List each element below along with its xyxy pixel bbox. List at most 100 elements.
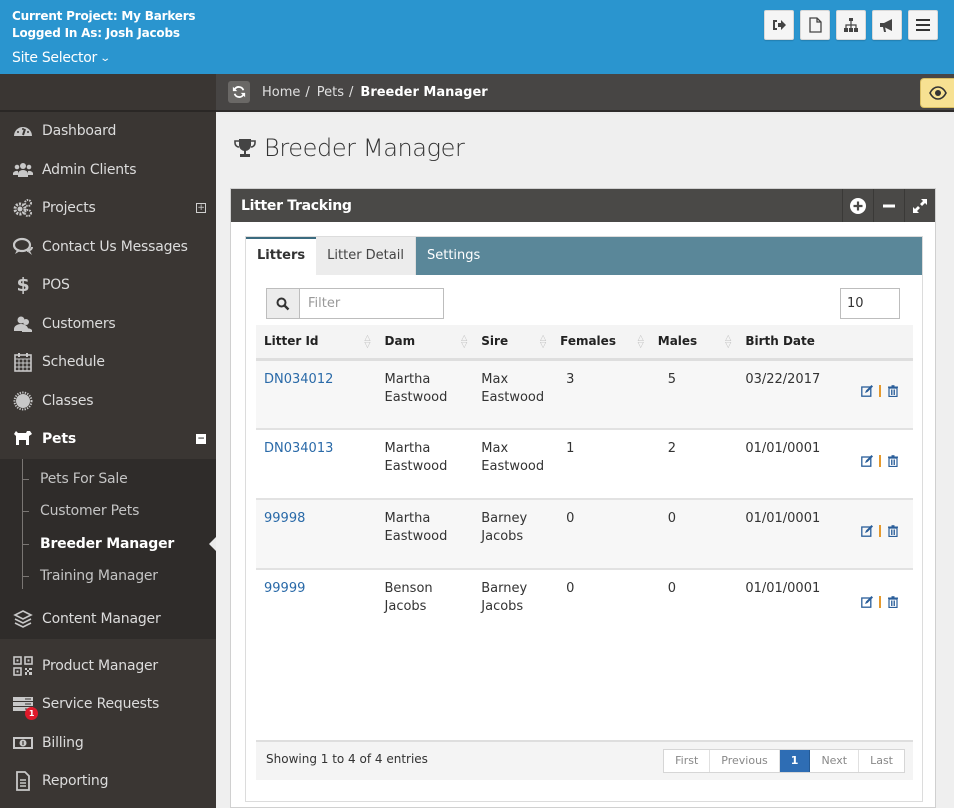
- sidebar-item-service-requests[interactable]: 1 Service Requests: [0, 685, 216, 724]
- sidebar-item-content-manager[interactable]: Content Manager: [0, 598, 216, 639]
- sire-first: Max: [481, 441, 509, 456]
- cell-males: 0: [667, 581, 677, 596]
- add-button[interactable]: [842, 189, 873, 222]
- sidebar-subitem-breeder-manager[interactable]: Breeder Manager: [0, 528, 216, 561]
- sidebar-subitem-customer-pets[interactable]: Customer Pets: [0, 495, 216, 528]
- dam-last: Eastwood: [384, 529, 448, 544]
- tab-litter-detail[interactable]: Litter Detail: [316, 237, 416, 275]
- pagination-page-1[interactable]: 1: [779, 750, 811, 772]
- panel-tools: [842, 189, 935, 222]
- cell-dam: Martha Eastwood: [377, 429, 474, 499]
- filter-input[interactable]: [300, 288, 444, 319]
- litter-id-link[interactable]: DN034013: [264, 441, 333, 456]
- table-row: 99998 Martha Eastwood Barney Jacobs 0 0 01/01/0…: [256, 499, 913, 569]
- sidebar-item-customers[interactable]: Customers: [0, 305, 216, 344]
- badge-icon: [12, 390, 34, 412]
- column-label: Litter Id: [264, 334, 319, 349]
- sidebar-item-contact-us-messages[interactable]: Contact Us Messages: [0, 228, 216, 267]
- trash-icon[interactable]: [887, 385, 899, 398]
- pagination-last[interactable]: Last: [859, 750, 904, 772]
- litter-id-link[interactable]: DN034012: [264, 372, 333, 387]
- chevron-down-icon: ⌄: [99, 52, 111, 64]
- column-header-litter-id[interactable]: Litter Id △ ▽: [256, 325, 377, 359]
- table-toolbar: [246, 275, 922, 325]
- row-actions: [861, 595, 899, 608]
- page-title: Breeder Manager: [234, 134, 465, 162]
- sidebar-item-label: Dashboard: [42, 123, 117, 140]
- sidebar-item-projects[interactable]: Projects +: [0, 189, 216, 228]
- sidebar-item-billing[interactable]: Billing: [0, 724, 216, 763]
- breadcrumb: Home / Pets / Breeder Manager: [262, 85, 488, 100]
- minus-icon: [883, 204, 895, 207]
- column-header-sire[interactable]: Sire △ ▽: [473, 325, 552, 359]
- cell-birth-date: 01/01/0001: [745, 581, 821, 596]
- sidebar-subitem-pets-for-sale[interactable]: Pets For Sale: [0, 463, 216, 496]
- litter-id-link[interactable]: 99999: [264, 581, 305, 596]
- page-button[interactable]: [800, 10, 830, 40]
- cell-males: 0: [667, 511, 677, 526]
- fullscreen-button[interactable]: [904, 189, 935, 222]
- sidebar-item-pos[interactable]: $ POS: [0, 266, 216, 305]
- sidebar-item-schedule[interactable]: Schedule: [0, 343, 216, 382]
- trash-icon[interactable]: [887, 595, 899, 608]
- search-button[interactable]: [266, 288, 300, 319]
- cell-actions: [847, 569, 913, 639]
- row-actions: [861, 455, 899, 467]
- entries-info: Showing 1 to 4 of 4 entries: [266, 752, 428, 766]
- sitemap-button[interactable]: [836, 10, 866, 40]
- column-header-dam[interactable]: Dam △ ▽: [377, 325, 474, 359]
- breadcrumb-home[interactable]: Home: [262, 85, 300, 100]
- cell-sire: Barney Jacobs: [473, 569, 552, 639]
- pagination-next[interactable]: Next: [810, 750, 860, 772]
- hamburger-icon: [916, 19, 930, 31]
- preview-button[interactable]: [920, 78, 954, 108]
- action-divider: [879, 525, 881, 537]
- sidebar-item-product-manager[interactable]: Product Manager: [0, 647, 216, 686]
- expand-icon[interactable]: +: [196, 203, 206, 214]
- page-size-input[interactable]: [840, 288, 900, 319]
- sidebar-subitem-training-manager[interactable]: Training Manager: [0, 560, 216, 593]
- file-icon: [809, 17, 822, 33]
- sign-out-button[interactable]: [764, 10, 794, 40]
- column-header-birth-date[interactable]: Birth Date: [737, 325, 847, 359]
- litters-table: Litter Id △ ▽ Dam △ ▽ Sire △ ▽ Females △ ▽ Males…: [256, 325, 913, 639]
- column-header-females[interactable]: Females △ ▽: [552, 325, 650, 359]
- pagination-previous[interactable]: Previous: [710, 750, 780, 772]
- cell-females: 1: [566, 441, 575, 456]
- breadcrumb-separator: /: [305, 84, 310, 100]
- announce-button[interactable]: [872, 10, 902, 40]
- sidebar-item-reporting[interactable]: Reporting: [0, 762, 216, 801]
- tab-settings[interactable]: Settings: [416, 237, 491, 275]
- edit-icon[interactable]: [861, 595, 873, 608]
- tab-litters[interactable]: Litters: [246, 237, 317, 275]
- collapse-icon[interactable]: −: [196, 434, 206, 445]
- sidebar-item-dashboard[interactable]: Dashboard: [0, 112, 216, 151]
- sire-last: Eastwood: [481, 389, 545, 405]
- column-header-males[interactable]: Males △ ▽: [650, 325, 738, 359]
- sidebar-item-classes[interactable]: Classes: [0, 382, 216, 421]
- breadcrumb-pets[interactable]: Pets: [317, 85, 344, 100]
- sidebar-subitem-label: Customer Pets: [40, 503, 140, 520]
- trash-icon[interactable]: [887, 455, 899, 467]
- edit-icon[interactable]: [861, 455, 873, 467]
- menu-button[interactable]: [908, 10, 938, 40]
- litter-id-link[interactable]: 99998: [264, 511, 305, 526]
- edit-icon[interactable]: [861, 385, 873, 398]
- refresh-button[interactable]: [228, 81, 250, 103]
- edit-icon[interactable]: [861, 525, 873, 537]
- layers-icon: [12, 608, 34, 630]
- sidebar-item-admin-clients[interactable]: Admin Clients: [0, 151, 216, 190]
- column-label: Males: [657, 334, 698, 349]
- pagination-first[interactable]: First: [664, 750, 711, 772]
- collapse-button[interactable]: [873, 189, 904, 222]
- sidebar-item-label: POS: [42, 277, 70, 294]
- users-icon: [12, 159, 34, 181]
- trash-icon[interactable]: [887, 525, 899, 537]
- column-label: Dam: [384, 334, 416, 349]
- sidebar-item-label: Reporting: [42, 773, 109, 790]
- cell-females: 0: [566, 581, 575, 596]
- sidebar-item-pets[interactable]: Pets −: [0, 420, 216, 459]
- site-selector[interactable]: Site Selector ⌄: [12, 50, 111, 66]
- sidebar-item-label: Admin Clients: [42, 161, 137, 178]
- current-project: Current Project: My Barkers: [12, 9, 196, 23]
